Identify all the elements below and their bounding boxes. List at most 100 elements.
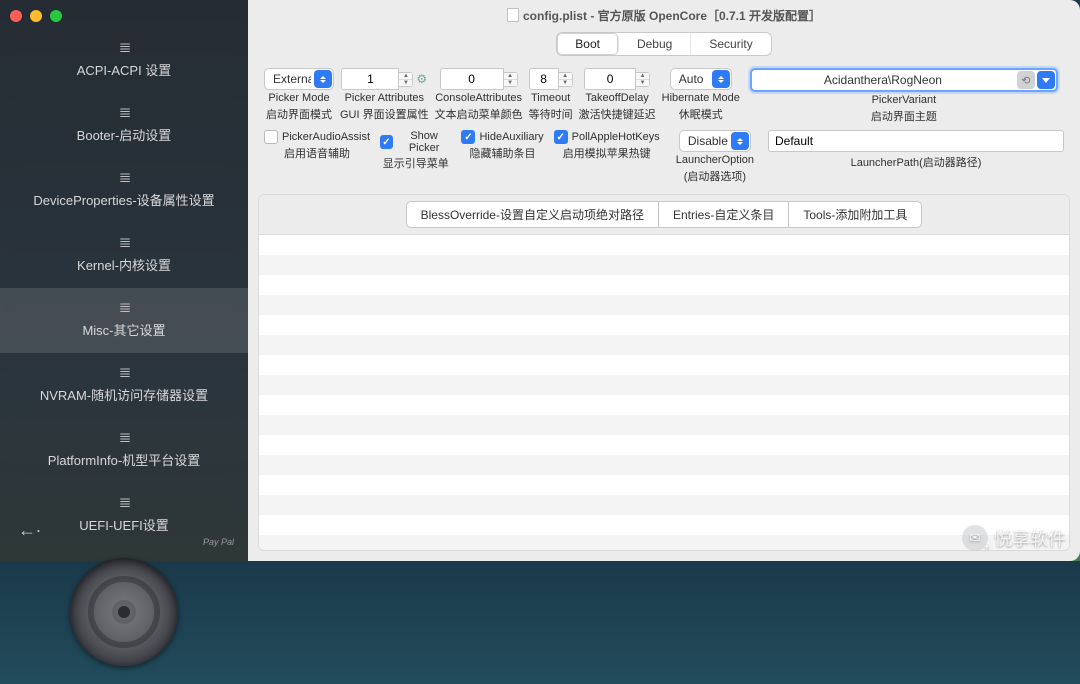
table-row[interactable]: [259, 235, 1069, 255]
table-row[interactable]: [259, 415, 1069, 435]
label: LauncherPath(启动器路径): [851, 154, 982, 170]
table-row[interactable]: [259, 515, 1069, 535]
watermark: ✉ 悦享软件: [962, 525, 1066, 551]
watermark-text: 悦享软件: [994, 525, 1066, 551]
label: Hibernate Mode: [662, 92, 740, 104]
list-icon: ≣: [4, 233, 244, 251]
table-row[interactable]: [259, 475, 1069, 495]
sidebar-item-label: Booter-启动设置: [77, 128, 172, 143]
list-icon: ≣: [4, 103, 244, 121]
titlebar: config.plist - 官方原版 OpenCore［0.7.1 开发版配置…: [248, 0, 1080, 30]
sidebar-item-kernel[interactable]: ≣ Kernel-内核设置: [0, 223, 248, 288]
section-tabs: Boot Debug Security: [556, 32, 771, 56]
stepper[interactable]: ▲▼: [504, 72, 518, 87]
window-title: config.plist - 官方原版 OpenCore［0.7.1 开发版配置…: [523, 7, 821, 24]
picker-variant-input[interactable]: [750, 68, 1058, 92]
label: 启用语音辅助: [284, 145, 350, 161]
label: 隐藏辅助条目: [470, 145, 536, 161]
label: 启动界面模式: [266, 106, 332, 122]
label: 文本启动菜单颜色: [435, 106, 523, 122]
label: (启动器选项): [684, 168, 746, 184]
close-icon[interactable]: [10, 10, 22, 22]
sidebar-item-booter[interactable]: ≣ Booter-启动设置: [0, 93, 248, 158]
console-attributes-input[interactable]: [440, 68, 504, 90]
table-row[interactable]: [259, 295, 1069, 315]
sidebar-item-label: UEFI-UEFI设置: [79, 518, 169, 533]
minimize-icon[interactable]: [30, 10, 42, 22]
label: 休眠模式: [679, 106, 723, 122]
subtab-tools[interactable]: Tools-添加附加工具: [789, 201, 922, 228]
table-body[interactable]: [259, 235, 1069, 550]
sidebar-item-label: Misc-其它设置: [82, 323, 165, 338]
label: 激活快捷键延迟: [579, 106, 656, 122]
label: 启动界面主题: [871, 108, 937, 124]
sidebar-item-label: PlatformInfo-机型平台设置: [48, 453, 200, 468]
poll-hotkeys-checkbox[interactable]: [554, 130, 568, 144]
sidebar-item-label: Kernel-内核设置: [77, 258, 171, 273]
hibernate-mode-select[interactable]: [670, 68, 732, 90]
sidebar-item-nvram[interactable]: ≣ NVRAM-随机访问存储器设置: [0, 353, 248, 418]
table-row[interactable]: [259, 315, 1069, 335]
sidebar-item-label: NVRAM-随机访问存储器设置: [40, 388, 208, 403]
label: ConsoleAttributes: [435, 92, 522, 104]
tab-debug[interactable]: Debug: [619, 33, 691, 55]
table-row[interactable]: [259, 375, 1069, 395]
timeout-input[interactable]: [529, 68, 559, 90]
main-panel: config.plist - 官方原版 OpenCore［0.7.1 开发版配置…: [248, 0, 1080, 561]
picker-mode-select[interactable]: [264, 68, 334, 90]
sidebar: ≣ ACPI-ACPI 设置 ≣ Booter-启动设置 ≣DeviceProper…: [0, 0, 248, 561]
tab-security[interactable]: Security: [691, 33, 770, 55]
stepper[interactable]: ▲▼: [559, 72, 573, 87]
tab-boot[interactable]: Boot: [557, 33, 619, 55]
label: Picker Mode: [268, 92, 329, 104]
launcher-option-select[interactable]: [679, 130, 751, 152]
list-icon: ≣: [4, 363, 244, 381]
table-row[interactable]: [259, 535, 1069, 550]
sidebar-item-label: ACPI-ACPI 设置: [77, 63, 172, 78]
share-icon[interactable]: ←∙: [18, 520, 41, 541]
table-row[interactable]: [259, 255, 1069, 275]
subtab-blessoverride[interactable]: BlessOverride-设置自定义启动项绝对路径: [406, 201, 659, 228]
list-icon: ≣: [4, 168, 244, 186]
table-row[interactable]: [259, 435, 1069, 455]
sidebar-item-platforminfo[interactable]: ≣ PlatformInfo-机型平台设置: [0, 418, 248, 483]
label: 启用模拟苹果热键: [563, 145, 651, 161]
label: 等待时间: [529, 106, 573, 122]
dropdown-icon[interactable]: [1037, 71, 1055, 89]
label: GUI 界面设置属性: [340, 106, 429, 122]
paypal-link[interactable]: Pay Pal: [203, 538, 234, 547]
label: 显示引导菜单: [383, 155, 449, 171]
refresh-icon[interactable]: ⟲: [1017, 71, 1035, 89]
show-picker-checkbox[interactable]: [380, 135, 393, 149]
label: TakeoffDelay: [585, 92, 648, 104]
label: PollAppleHotKeys: [572, 131, 660, 143]
subtab-entries[interactable]: Entries-自定义条目: [659, 201, 789, 228]
sidebar-item-misc[interactable]: ≣ Misc-其它设置: [0, 288, 248, 353]
table-row[interactable]: [259, 495, 1069, 515]
gear-icon[interactable]: ⚙: [416, 72, 427, 86]
table-row[interactable]: [259, 455, 1069, 475]
table-row[interactable]: [259, 395, 1069, 415]
table-row[interactable]: [259, 355, 1069, 375]
stepper[interactable]: ▲▼: [399, 72, 413, 87]
sidebar-item-acpi[interactable]: ≣ ACPI-ACPI 设置: [0, 28, 248, 93]
sidebar-item-deviceproperties[interactable]: ≣DeviceProperties-设备属性设置: [0, 158, 248, 223]
list-icon: ≣: [4, 38, 244, 56]
document-icon: [507, 8, 519, 22]
launcher-path-input[interactable]: [768, 130, 1064, 152]
list-icon: ≣: [4, 298, 244, 316]
label: Show Picker: [397, 130, 452, 154]
picker-audio-checkbox[interactable]: [264, 130, 278, 144]
list-icon: ≣: [4, 493, 244, 511]
table-row[interactable]: [259, 275, 1069, 295]
picker-attributes-input[interactable]: [341, 68, 399, 90]
stepper[interactable]: ▲▼: [636, 72, 650, 87]
table-row[interactable]: [259, 335, 1069, 355]
wechat-icon: ✉: [962, 525, 988, 551]
maximize-icon[interactable]: [50, 10, 62, 22]
list-icon: ≣: [4, 428, 244, 446]
label: LauncherOption: [676, 154, 754, 166]
takeoff-delay-input[interactable]: [584, 68, 636, 90]
hide-auxiliary-checkbox[interactable]: [461, 130, 475, 144]
dial-control[interactable]: [70, 558, 178, 666]
